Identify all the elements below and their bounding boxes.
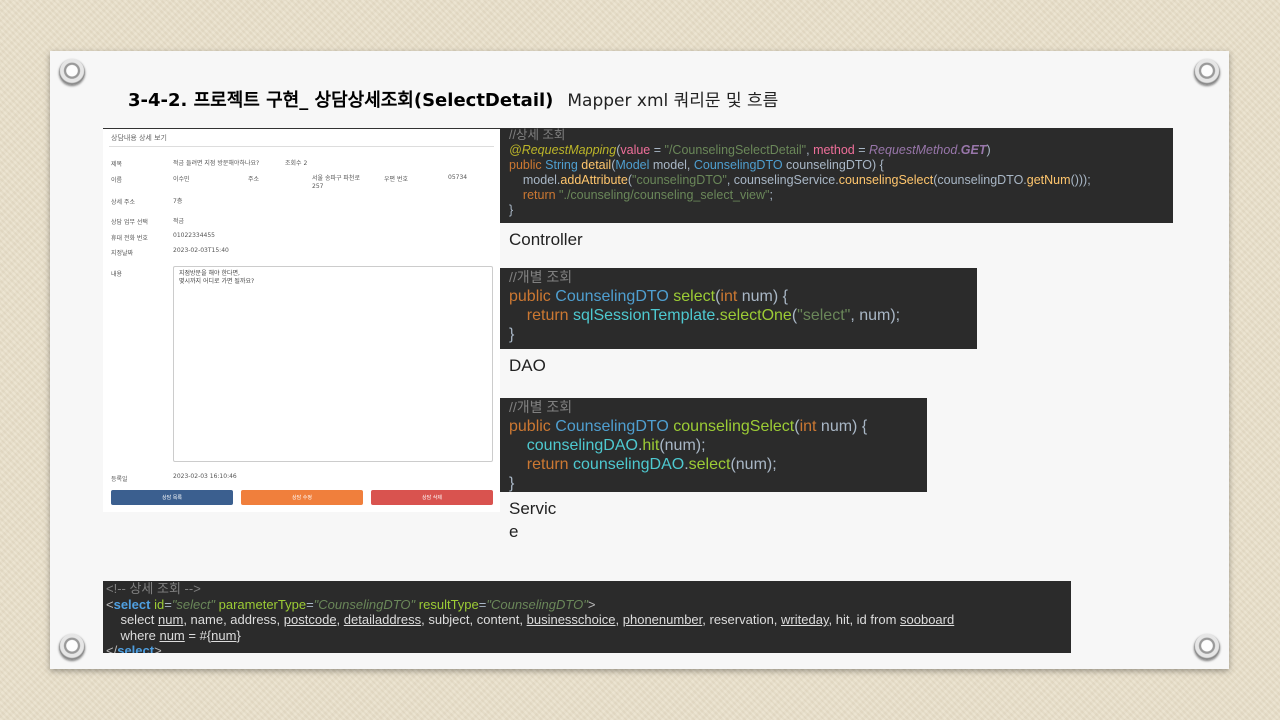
pushpin-icon [59, 634, 85, 660]
code-line: </select> [106, 643, 162, 653]
address-value-line1: 서울 송파구 파천로 [312, 175, 360, 182]
phone-value: 01022334455 [173, 232, 215, 239]
title-sub: Mapper xml 쿼리문 및 흐름 [567, 91, 779, 111]
code-line: return "./counseling/counseling_select_v… [522, 188, 773, 202]
controller-code-block: //상세 조회 @RequestMapping(value = "/Counsel… [500, 128, 1173, 223]
reservation-value: 2023-02-03T15:40 [173, 247, 229, 254]
writeday-value: 2023-02-03 16:10:46 [173, 473, 237, 480]
code-line: <!-- 상세 조회 --> [106, 581, 201, 596]
content-line: 몇시까지 어디로 가면 될까요? [179, 278, 255, 285]
pushpin-icon [59, 59, 85, 85]
address-value-line2: 257 [312, 183, 324, 190]
content-textarea[interactable]: 지점방문을 해야 한다면, 몇시까지 어디로 가면 될까요? [173, 266, 493, 462]
label-detail-address: 상세 주소 [111, 199, 135, 206]
code-line: counselingDAO.hit(num); [526, 437, 706, 454]
list-button[interactable]: 상담 목록 [111, 490, 233, 505]
pushpin-icon [1194, 634, 1220, 660]
name-value: 이수민 [173, 176, 190, 183]
code-line: @RequestMapping(value = "/CounselingSele… [509, 143, 991, 157]
address-label: 주소 [248, 176, 260, 183]
code-line: select num, name, address, postcode, det… [106, 612, 955, 627]
code-line: return counselingDAO.select(num); [526, 456, 777, 473]
divider [109, 146, 494, 147]
detail-form-screenshot: 상담내용 상세 보기 제목 적금 들려면 지점 방문해야하나요? 조회수 2 이… [103, 128, 500, 512]
caption-controller: Controller [509, 230, 583, 249]
code-line: } [509, 203, 514, 217]
title-main: 3-4-2. 프로젝트 구현_ 상담상세조회(SelectDetail) [128, 90, 554, 111]
code-line: //상세 조회 [509, 128, 566, 142]
caption-service: Servic e [509, 499, 557, 541]
business-value: 적금 [173, 218, 185, 225]
label-name: 이름 [111, 177, 123, 184]
caption-dao: DAO [509, 356, 546, 375]
code-line: } [509, 475, 515, 492]
code-line: public CounselingDTO counselingSelect(in… [509, 418, 868, 435]
label-business: 상담 업무 선택 [111, 219, 148, 226]
postcode-label: 우편 번호 [384, 176, 408, 183]
content-line: 지점방문을 해야 한다면, [179, 270, 240, 277]
delete-button[interactable]: 상담 삭제 [371, 490, 493, 505]
dao-code-block: //개별 조회 public CounselingDTO select(int n… [500, 268, 977, 349]
code-line: //개별 조회 [509, 399, 573, 415]
label-reservation: 지정날짜 [111, 250, 134, 257]
code-line: model.addAttribute("counselingDTO", coun… [509, 173, 1091, 187]
subject-value: 적금 들려면 지점 방문해야하나요? [173, 160, 260, 167]
code-line: where num = #{num} [106, 627, 241, 643]
edit-button[interactable]: 상담 수정 [241, 490, 363, 505]
code-line: } [509, 326, 515, 343]
label-phone: 휴대 전화 번호 [111, 235, 148, 242]
code-line: public CounselingDTO select(int num) { [509, 288, 788, 305]
service-code-block: //개별 조회 public CounselingDTO counselingSe… [500, 398, 927, 492]
code-line: //개별 조회 [509, 269, 573, 285]
mapper-code-block: <!-- 상세 조회 --> <select id="select" parame… [103, 581, 1071, 653]
label-writeday: 등록일 [111, 476, 128, 483]
pushpin-icon [1194, 59, 1220, 85]
code-line: public String detail(Model model, Counse… [509, 158, 884, 172]
hits-value: 조회수 2 [285, 160, 308, 167]
slide-title: 3-4-2. 프로젝트 구현_ 상담상세조회(SelectDetail) Mapp… [128, 86, 778, 112]
detail-address-value: 7층 [173, 198, 183, 205]
label-content: 내용 [111, 271, 123, 278]
code-line: <select id="select" parameterType="Couns… [106, 596, 596, 612]
code-line: return sqlSessionTemplate.selectOne("sel… [526, 307, 901, 324]
label-subject: 제목 [111, 161, 123, 168]
postcode-value: 05734 [448, 174, 468, 181]
form-heading: 상담내용 상세 보기 [111, 134, 167, 142]
